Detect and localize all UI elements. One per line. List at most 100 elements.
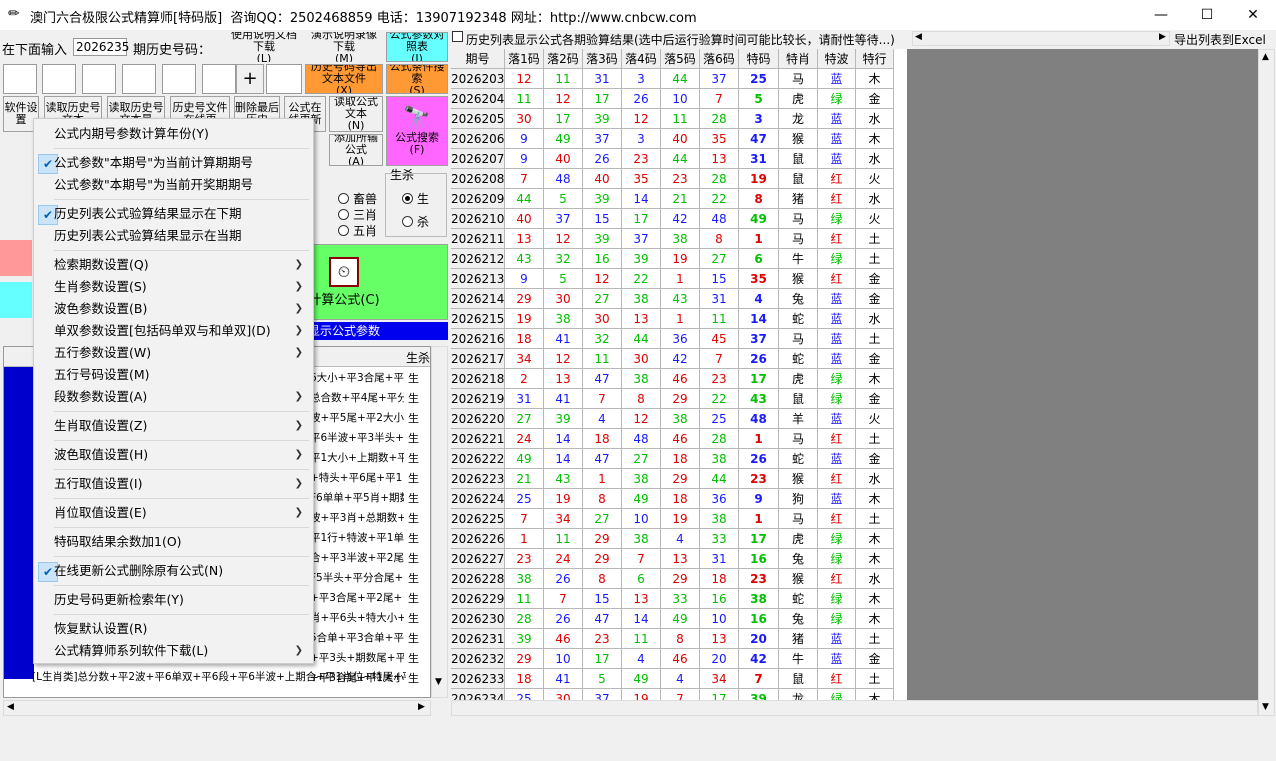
add-all-formula-button[interactable]: 添加所输公式 (A) bbox=[329, 134, 383, 166]
table-cell: 38 bbox=[661, 229, 700, 249]
table-cell: 龙 bbox=[779, 109, 818, 129]
menu-item[interactable]: 生肖参数设置(S) ❯ bbox=[34, 276, 313, 298]
wuxiao-radio[interactable]: 五肖 bbox=[338, 222, 377, 239]
table-cell: 29 bbox=[661, 389, 700, 409]
menu-item[interactable]: 历史列表公式验算结果显示在当期 bbox=[34, 225, 313, 247]
menu-item[interactable]: 历史号码更新检索年(Y) bbox=[34, 589, 313, 611]
scroll-up-icon[interactable]: ▲ bbox=[1262, 52, 1269, 62]
history-number-input-4[interactable] bbox=[122, 64, 156, 94]
menu-item-label: 公式内期号参数计算年份(Y) bbox=[54, 126, 209, 141]
history-number-input-1[interactable] bbox=[3, 64, 37, 94]
history-number-input-6[interactable] bbox=[202, 64, 236, 94]
menu-item[interactable]: 五行取值设置(I) ❯ bbox=[34, 473, 313, 495]
export-history-key: (X) bbox=[335, 84, 353, 94]
table-cell: 48 bbox=[739, 409, 779, 429]
menu-item[interactable]: ✔ 公式参数"本期号"为当前计算期期号 bbox=[34, 152, 313, 174]
menu-item[interactable]: 公式参数"本期号"为当前开奖期期号 bbox=[34, 174, 313, 196]
menu-item[interactable]: 特码取结果余数加1(O) bbox=[34, 531, 313, 553]
menu-item[interactable]: 公式精算师系列软件下载(L) ❯ bbox=[34, 640, 313, 662]
menu-item[interactable]: ✔ 在线更新公式删除原有公式(N) bbox=[34, 560, 313, 582]
table-cell: 46 bbox=[661, 429, 700, 449]
table-cell: 牛 bbox=[779, 649, 818, 669]
formula-row-sheng-sha: 生 bbox=[408, 512, 419, 525]
table-vscrollbar[interactable]: ▲ ▼ bbox=[1258, 49, 1275, 716]
table-hscrollbar[interactable] bbox=[451, 700, 1258, 716]
table-cell: 47 bbox=[583, 369, 622, 389]
scroll-right-icon[interactable]: ▶ bbox=[1159, 32, 1166, 42]
window-title: 澳门六合极限公式精算师[特码版] 咨询QQ：2502468859 电话：1390… bbox=[30, 11, 697, 26]
read-formula-text-button[interactable]: 读取公式文本 (N) bbox=[329, 96, 383, 132]
table-row-issue: 2026218 bbox=[451, 369, 505, 389]
menu-item[interactable]: 单双参数设置[包括码单双与和单双](D) ❯ bbox=[34, 320, 313, 342]
scroll-left-icon[interactable]: ◀ bbox=[915, 32, 922, 42]
manual-download-button[interactable]: 使用说明文档下载 (L) bbox=[226, 32, 302, 62]
table-row-issue: 2026208 bbox=[451, 169, 505, 189]
menu-item[interactable]: 段数参数设置(A) ❯ bbox=[34, 386, 313, 408]
menu-item-label: 恢复默认设置(R) bbox=[54, 621, 148, 636]
header-hscrollbar[interactable]: ◀ ▶ bbox=[912, 31, 1170, 46]
table-cell: 13 bbox=[622, 589, 661, 609]
table-cell: 29 bbox=[583, 549, 622, 569]
table-cell: 47 bbox=[583, 449, 622, 469]
formula-row-sheng-sha: 生 bbox=[408, 452, 419, 465]
special-number-input[interactable] bbox=[266, 64, 302, 94]
sha-radio[interactable]: 杀 bbox=[402, 213, 429, 230]
menu-item[interactable]: ✔ 历史列表公式验算结果显示在下期 bbox=[34, 203, 313, 225]
table-cell: 22 bbox=[700, 189, 739, 209]
menu-item[interactable]: 生肖取值设置(Z) ❯ bbox=[34, 415, 313, 437]
condition-search-button[interactable]: 公式条件搜索 (S) bbox=[386, 64, 448, 94]
sanxiao-radio[interactable]: 三肖 bbox=[338, 206, 377, 223]
menu-item[interactable]: 检索期数设置(Q) ❯ bbox=[34, 254, 313, 276]
menu-item[interactable]: 五行号码设置(M) bbox=[34, 364, 313, 386]
formula-row-sheng-sha: 生 bbox=[408, 472, 419, 485]
table-cell: 13 bbox=[544, 369, 583, 389]
formula-list-hscrollbar[interactable]: ◀ ▶ bbox=[3, 700, 431, 716]
verify-results-checkbox[interactable] bbox=[452, 31, 463, 42]
history-number-input-5[interactable] bbox=[162, 64, 196, 94]
close-button[interactable]: ✕ bbox=[1230, 0, 1276, 30]
menu-item[interactable]: 波色参数设置(B) ❯ bbox=[34, 298, 313, 320]
table-cell: 11 bbox=[505, 89, 544, 109]
menu-separator bbox=[54, 469, 309, 470]
formula-list-vscrollbar[interactable]: ▼ bbox=[431, 346, 448, 698]
add-number-button[interactable]: + bbox=[236, 64, 264, 94]
menu-item[interactable]: 波色取值设置(H) ❯ bbox=[34, 444, 313, 466]
display-button-fragment[interactable] bbox=[0, 282, 32, 318]
maximize-button[interactable]: ☐ bbox=[1184, 0, 1230, 30]
export-excel-button[interactable]: 导出列表到Excel bbox=[1174, 31, 1266, 48]
table-row-issue: 2026217 bbox=[451, 349, 505, 369]
table-cell: 8 bbox=[622, 389, 661, 409]
table-cell: 28 bbox=[700, 429, 739, 449]
history-number-input-2[interactable] bbox=[42, 64, 76, 94]
table-cell: 33 bbox=[661, 589, 700, 609]
table-cell: 17 bbox=[544, 109, 583, 129]
history-number-input-3[interactable] bbox=[82, 64, 116, 94]
menu-item[interactable]: 五行参数设置(W) ❯ bbox=[34, 342, 313, 364]
history-table[interactable]: 期号 落1码 落2码 落3码 落4码 落5码 落6码 特码 特肖 特波 特行 2026203 12 11 3… bbox=[451, 49, 907, 710]
sheng-radio[interactable]: 生 bbox=[402, 190, 429, 207]
scroll-left-icon[interactable]: ◀ bbox=[7, 702, 14, 712]
table-cell: 马 bbox=[779, 509, 818, 529]
select-button-fragment[interactable] bbox=[0, 240, 32, 276]
scroll-right-icon[interactable]: ▶ bbox=[418, 702, 425, 712]
table-cell: 鼠 bbox=[779, 169, 818, 189]
table-header-cell: 落2码 bbox=[544, 49, 583, 69]
menu-item[interactable]: 公式内期号参数计算年份(Y) bbox=[34, 123, 313, 145]
video-download-button[interactable]: 演示说明录像下载 (M) bbox=[306, 32, 382, 62]
scroll-down-icon[interactable]: ▼ bbox=[435, 677, 442, 687]
table-cell: 1 bbox=[583, 469, 622, 489]
table-cell: 49 bbox=[622, 489, 661, 509]
export-history-button[interactable]: 历史号码导出文本文件 (X) bbox=[305, 64, 383, 94]
table-cell: 43 bbox=[661, 289, 700, 309]
issue-input[interactable]: 2026235 bbox=[73, 38, 129, 56]
scroll-down-icon[interactable]: ▼ bbox=[1262, 702, 1269, 712]
chusheng-radio[interactable]: 畜兽 bbox=[338, 190, 377, 207]
minimize-button[interactable]: — bbox=[1138, 0, 1184, 30]
menu-separator bbox=[54, 440, 309, 441]
formula-search-button[interactable]: 🔭 公式搜索 (F) bbox=[386, 96, 448, 166]
params-table-button[interactable]: 公式参数对照表 (I) bbox=[386, 32, 448, 62]
menu-item[interactable]: 肖位取值设置(E) ❯ bbox=[34, 502, 313, 524]
table-cell: 红 bbox=[818, 169, 856, 189]
formula-row-text: 平1大小+上期数+平 bbox=[310, 452, 404, 464]
menu-item[interactable]: 恢复默认设置(R) bbox=[34, 618, 313, 640]
